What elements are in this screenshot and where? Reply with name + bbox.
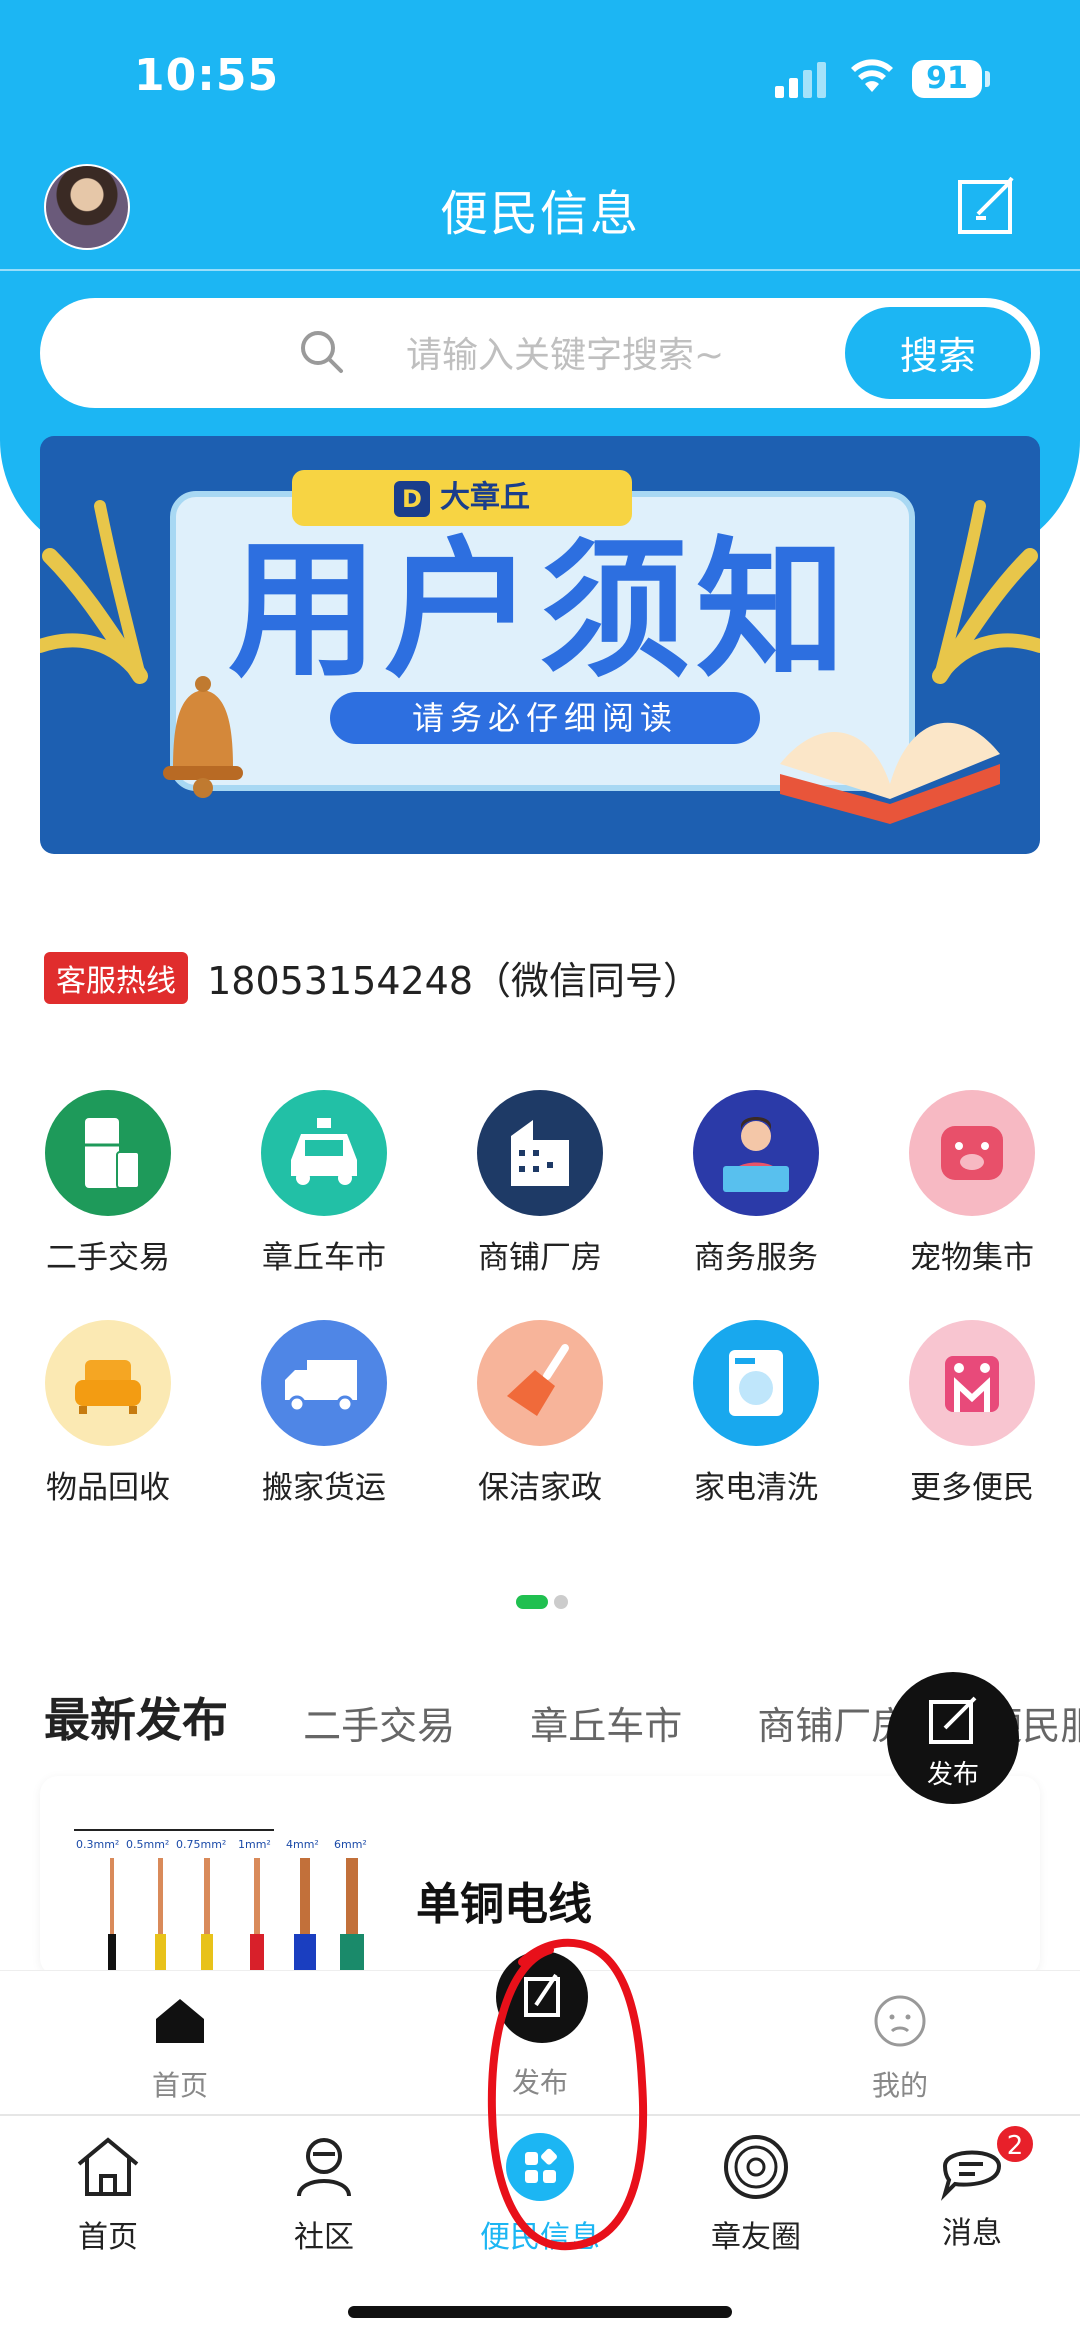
category-label: 物品回收 [46,1470,170,1506]
banner-subtitle: 请务必仔细阅读 [330,692,760,744]
wire-label: 0.5mm² [126,1838,169,1851]
tab-car-market[interactable]: 章丘车市 [530,1695,682,1750]
washing-machine-icon [693,1320,819,1446]
edit-icon [929,1696,977,1744]
hotline-tag: 客服热线 [44,951,188,1004]
category-second-hand[interactable]: 二手交易 [0,1090,216,1277]
sofa-icon [45,1320,171,1446]
battery-tip [985,71,990,87]
category-cleaning[interactable]: 保洁家政 [432,1320,648,1507]
page-indicator [516,1594,568,1613]
search-bar: 请输入关键字搜索~ 搜索 [40,298,1040,408]
page-dot-active [516,1595,548,1609]
inner-tab-home-label: 首页 [151,2069,208,2102]
tab-community-label: 社区 [294,2220,354,2255]
truck-icon [261,1320,387,1446]
category-label: 保洁家政 [478,1470,602,1506]
tab-messages[interactable]: 2 消息 [864,2124,1080,2252]
search-icon [301,331,343,373]
search-button[interactable]: 搜索 [842,304,1034,402]
inner-tab-home[interactable]: 首页 [80,1993,280,2104]
tab-home[interactable]: 首页 [0,2132,216,2256]
bell-icon [163,676,243,798]
category-more[interactable]: 更多便民 [864,1320,1080,1507]
category-car-market[interactable]: 章丘车市 [216,1090,432,1277]
tab-friends-circle[interactable]: 章友圈 [648,2132,864,2256]
hotline-number[interactable]: 18053154248（微信同号） [207,950,701,1005]
category-label: 更多便民 [910,1470,1034,1506]
wire-label: 0.75mm² [176,1838,226,1851]
category-recycling[interactable]: 物品回收 [0,1320,216,1507]
category-label: 搬家货运 [262,1470,386,1506]
status-bar: 10:55 91 [0,0,1080,160]
wifi-icon [851,59,893,92]
category-label: 二手交易 [46,1240,170,1276]
more-icon [909,1320,1035,1446]
building-icon [477,1090,603,1216]
category-moving[interactable]: 搬家货运 [216,1320,432,1507]
tab-latest[interactable]: 最新发布 [44,1684,228,1750]
nav-bar: 便民信息 [0,160,1080,270]
category-business[interactable]: 商务服务 [648,1090,864,1277]
tab-messages-label: 消息 [942,2216,1002,2251]
wire-label: 1mm² [238,1838,271,1851]
publish-fab-label: 发布 [926,1760,979,1790]
category-label: 宠物集市 [910,1240,1034,1276]
community-icon [297,2138,351,2197]
page-dot[interactable] [554,1595,568,1609]
category-label: 商务服务 [694,1240,818,1276]
status-time: 10:55 [134,50,280,101]
broom-icon [477,1320,603,1446]
category-label: 商铺厂房 [478,1240,602,1276]
category-pet-market[interactable]: 宠物集市 [864,1090,1080,1277]
category-label: 家电清洗 [694,1470,818,1506]
tab-community[interactable]: 社区 [216,2132,432,2256]
fridge-icon [45,1090,171,1216]
message-icon-wrap: 2 [937,2124,1035,2202]
listing-title: 单铜电线 [416,1879,592,1930]
banner-title: 用户须知 [227,524,852,698]
orbit-icon [724,2135,788,2199]
face-icon [874,1995,926,2047]
cellular-signal-icon [775,62,827,98]
tab-friends-circle-label: 章友圈 [711,2220,801,2255]
battery-indicator: 91 [912,60,982,98]
search-input[interactable]: 请输入关键字搜索~ [406,326,724,378]
home-indicator [348,2306,732,2318]
wire-label: 6mm² [334,1838,367,1851]
home-icon [156,1999,204,2043]
house-icon [77,2137,139,2196]
inner-tab-mine-label: 我的 [871,2069,928,2102]
tab-second-hand[interactable]: 二手交易 [303,1695,455,1750]
business-person-icon [693,1090,819,1216]
wire-label: 0.3mm² [76,1838,119,1851]
inner-tab-mine[interactable]: 我的 [800,1993,1000,2104]
taxi-icon [261,1090,387,1216]
book-icon [780,722,1000,824]
wire-label: 4mm² [286,1838,319,1851]
notice-banner[interactable]: D 大章丘 用户须知 请务必仔细阅读 [40,436,1040,854]
hotline[interactable]: 客服热线 18053154248（微信同号） [44,950,701,1005]
unread-badge: 2 [995,2124,1035,2164]
banner-brand-label: 大章丘 [440,480,530,515]
category-label: 章丘车市 [262,1240,386,1276]
nav-divider [0,269,1080,271]
banner-brand: D 大章丘 [292,470,632,526]
pig-icon [909,1090,1035,1216]
edit-icon[interactable] [956,174,1018,236]
page-title: 便民信息 [439,186,640,242]
brand-logo-icon: D [394,480,430,517]
category-shop-factory[interactable]: 商铺厂房 [432,1090,648,1277]
tab-home-label: 首页 [78,2220,138,2255]
red-circle-annotation [487,1938,648,2251]
category-appliance-cleaning[interactable]: 家电清洗 [648,1320,864,1507]
publish-fab[interactable]: 发布 [887,1672,1019,1804]
wire-product-image: 0.3mm² 0.5mm² 0.75mm² 1mm² 4mm² 6mm² [74,1829,367,1984]
